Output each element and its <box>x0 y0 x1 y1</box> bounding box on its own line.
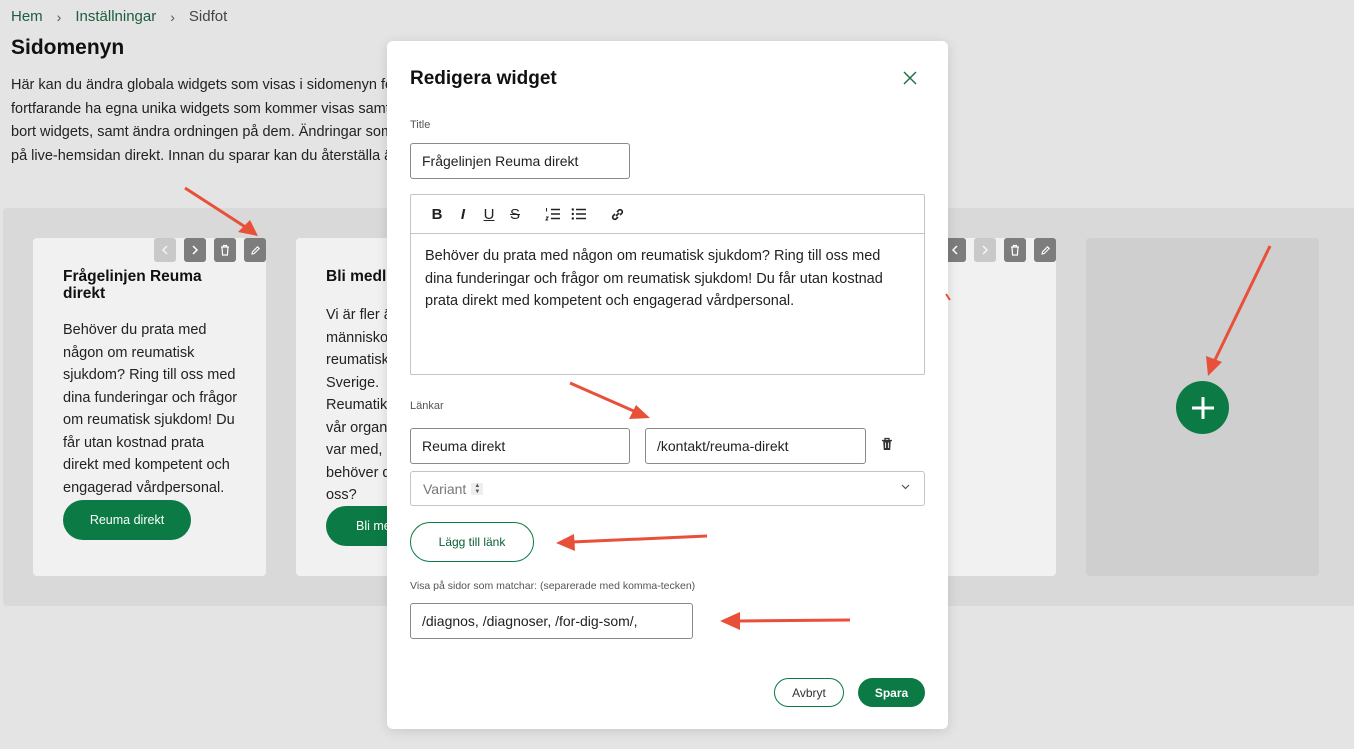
widget-body-line: oss? <box>326 487 357 503</box>
title-input[interactable]: Frågelinjen Reuma direkt <box>410 143 630 179</box>
save-button[interactable]: Spara <box>858 678 925 707</box>
widget-body-line: Reumatik <box>326 397 388 413</box>
widget-link-button[interactable]: Reuma direkt <box>63 500 191 540</box>
bullet-list-button[interactable] <box>567 202 591 226</box>
strikethrough-icon: S <box>509 205 520 223</box>
edit-widget-dialog: Redigera widget Title Frågelinjen Reuma … <box>387 41 948 729</box>
bold-button[interactable]: B <box>425 202 449 226</box>
breadcrumb-settings[interactable]: Inställningar <box>75 8 156 25</box>
widget-link-button[interactable]: Bli me <box>326 506 396 546</box>
ordered-list-icon <box>545 208 560 221</box>
close-icon <box>903 71 917 85</box>
trash-icon <box>1011 244 1019 256</box>
move-right-button[interactable] <box>184 238 206 262</box>
breadcrumb-separator: › <box>56 8 62 25</box>
title-label: Title <box>410 119 431 131</box>
italic-icon: I <box>460 205 466 223</box>
underline-button[interactable]: U <box>477 202 501 226</box>
bold-icon: B <box>431 205 443 223</box>
underline-icon: U <box>483 205 495 223</box>
widget-body-line: människo <box>326 329 389 346</box>
widget-body-line: reumatisk <box>326 352 389 368</box>
close-button[interactable] <box>900 68 920 88</box>
editor-toolbar: B I U S <box>411 195 924 234</box>
strikethrough-button[interactable]: S <box>503 202 527 226</box>
breadcrumb: Hem › Inställningar › Sidfot <box>11 8 227 25</box>
pencil-icon <box>1040 245 1050 255</box>
link-url-input[interactable]: /kontakt/reuma-direkt <box>645 428 866 464</box>
chevron-left-icon <box>951 245 958 255</box>
move-right-button[interactable] <box>974 238 996 262</box>
variant-placeholder: Variant <box>423 480 467 497</box>
add-widget-button[interactable] <box>1176 381 1229 434</box>
delete-link-button[interactable] <box>881 437 893 456</box>
trash-icon <box>882 437 892 450</box>
widget-body: Behöver du prata med någon om reumatisk … <box>63 322 238 496</box>
pages-input[interactable]: /diagnos, /diagnoser, /for-dig-som/, <box>410 603 693 639</box>
page-intro: Här kan du ändra globala widgets som vis… <box>11 74 391 168</box>
widget-body-line: behöver d <box>326 464 391 481</box>
intro-line: bort widgets, samt ändra ordningen på de… <box>11 124 391 140</box>
widget-body-line: Vi är fler ä <box>326 307 392 323</box>
widget-card: Bli medl Vi är fler ä människo reumatisk… <box>296 238 396 576</box>
widget-card <box>948 238 1056 576</box>
delete-widget-button[interactable] <box>214 238 236 262</box>
breadcrumb-home[interactable]: Hem <box>11 8 43 25</box>
pages-label: Visa på sidor som matchar: (separerade m… <box>410 580 696 592</box>
plus-icon <box>1191 396 1214 419</box>
chevron-right-icon <box>192 245 199 255</box>
widget-card: Frågelinjen Reuma direkt Behöver du prat… <box>33 238 266 576</box>
chevron-left-icon <box>161 245 168 255</box>
sort-arrows-icon: ▲ ▼ <box>471 482 484 495</box>
edit-widget-button[interactable] <box>244 238 266 262</box>
widget-toolbar <box>944 238 1056 262</box>
intro-line: fortfarande ha egna unika widgets som ko… <box>11 100 391 117</box>
widget-body-line: vår organ <box>326 419 388 436</box>
widget-body-line: Sverige. <box>326 374 380 391</box>
rich-text-editor: B I U S Behöver du prata med någon om re… <box>410 194 925 375</box>
dialog-title: Redigera widget <box>410 68 557 89</box>
breadcrumb-current: Sidfot <box>188 8 228 25</box>
editor-content[interactable]: Behöver du prata med någon om reumatisk … <box>411 234 924 324</box>
trash-icon <box>221 244 229 256</box>
widget-body: Vi är fler ä människo reumatisk Sverige.… <box>326 304 396 507</box>
move-left-button[interactable] <box>154 238 176 262</box>
italic-button[interactable]: I <box>451 202 475 226</box>
intro-line: på live-hemsidan direkt. Innan du sparar… <box>11 147 391 164</box>
widget-body-line: var med, p <box>326 442 395 458</box>
link-button[interactable] <box>605 202 629 226</box>
intro-line: Här kan du ändra globala widgets som vis… <box>11 77 391 93</box>
page-title: Sidomenyn <box>11 36 125 59</box>
cancel-button[interactable]: Avbryt <box>774 678 844 707</box>
links-label: Länkar <box>410 400 444 412</box>
widget-toolbar <box>154 238 266 262</box>
bullet-list-icon <box>571 208 586 220</box>
link-icon <box>611 208 623 220</box>
chevron-right-icon <box>982 245 989 255</box>
pencil-icon <box>250 245 260 255</box>
widget-title: Bli medl <box>326 268 387 285</box>
delete-widget-button[interactable] <box>1004 238 1026 262</box>
widget-title: Frågelinjen Reuma direkt <box>63 268 202 302</box>
add-link-button[interactable]: Lägg till länk <box>410 522 534 562</box>
ordered-list-button[interactable] <box>541 202 565 226</box>
breadcrumb-separator: › <box>170 8 175 25</box>
edit-widget-button[interactable] <box>1034 238 1056 262</box>
variant-select[interactable]: Variant ▲ ▼ <box>410 471 925 506</box>
chevron-down-icon <box>901 484 910 490</box>
link-text-input[interactable]: Reuma direkt <box>410 428 630 464</box>
